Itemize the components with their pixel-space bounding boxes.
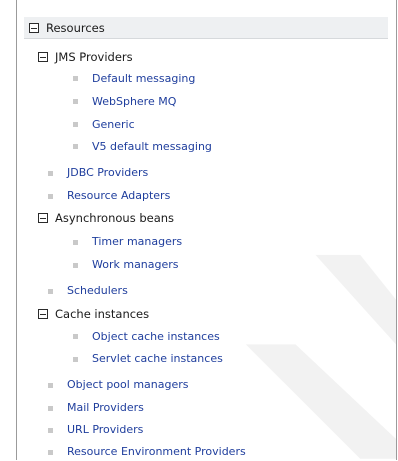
- url-providers-link[interactable]: URL Providers: [67, 423, 143, 437]
- bullet-icon: [73, 99, 78, 104]
- generic-link[interactable]: Generic: [92, 118, 135, 132]
- navigation-tree-panel: Resources JMS Providers Default messagin…: [16, 0, 397, 460]
- timer-managers-link[interactable]: Timer managers: [92, 235, 182, 249]
- bullet-icon: [73, 144, 78, 149]
- bullet-icon: [48, 428, 53, 433]
- bullet-icon: [48, 406, 53, 411]
- resource-adapters-link[interactable]: Resource Adapters: [67, 189, 170, 203]
- collapse-icon[interactable]: [38, 309, 48, 319]
- collapse-icon[interactable]: [29, 23, 39, 33]
- default-messaging-link[interactable]: Default messaging: [92, 72, 195, 86]
- bullet-icon: [48, 171, 53, 176]
- resource-environment-providers-link[interactable]: Resource Environment Providers: [67, 445, 246, 459]
- bullet-icon: [73, 263, 78, 268]
- collapse-icon[interactable]: [38, 52, 48, 62]
- object-cache-instances-link[interactable]: Object cache instances: [92, 330, 220, 344]
- resources-header[interactable]: Resources: [24, 17, 388, 39]
- work-managers-link[interactable]: Work managers: [92, 258, 179, 272]
- bullet-icon: [48, 289, 53, 294]
- bullet-icon: [73, 334, 78, 339]
- servlet-cache-instances-link[interactable]: Servlet cache instances: [92, 352, 223, 366]
- jdbc-providers-link[interactable]: JDBC Providers: [67, 166, 148, 180]
- object-pool-managers-link[interactable]: Object pool managers: [67, 378, 189, 392]
- resources-label: Resources: [46, 21, 105, 35]
- bullet-icon: [48, 194, 53, 199]
- v5-default-messaging-link[interactable]: V5 default messaging: [92, 140, 212, 154]
- asynchronous-beans-label: Asynchronous beans: [55, 211, 175, 225]
- bullet-icon: [73, 76, 78, 81]
- jms-providers-label: JMS Providers: [55, 50, 133, 64]
- schedulers-link[interactable]: Schedulers: [67, 284, 128, 298]
- bullet-icon: [73, 240, 78, 245]
- cache-instances-label: Cache instances: [55, 307, 150, 321]
- bullet-icon: [48, 450, 53, 455]
- websphere-mq-link[interactable]: WebSphere MQ: [92, 95, 176, 109]
- mail-providers-link[interactable]: Mail Providers: [67, 401, 144, 415]
- bullet-icon: [73, 122, 78, 127]
- collapse-icon[interactable]: [38, 213, 48, 223]
- bullet-icon: [73, 357, 78, 362]
- bullet-icon: [48, 383, 53, 388]
